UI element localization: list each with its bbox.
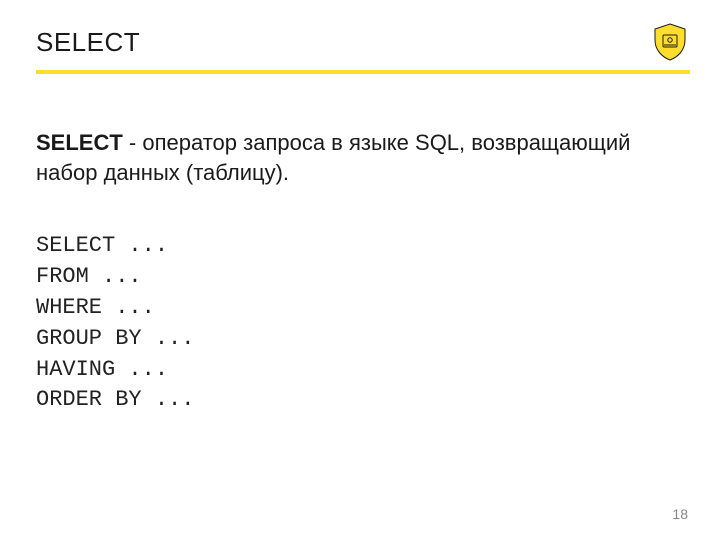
brand-logo <box>650 22 690 62</box>
definition-text: SELECT - оператор запроса в языке SQL, в… <box>36 128 680 187</box>
page-number: 18 <box>672 506 688 522</box>
slide: SELECT SELECT - оператор запроса в языке… <box>0 0 720 540</box>
slide-title: SELECT <box>36 27 140 58</box>
header-divider <box>36 70 690 74</box>
definition-rest: - оператор запроса в языке SQL, возвраща… <box>36 130 630 185</box>
code-block: SELECT ... FROM ... WHERE ... GROUP BY .… <box>36 231 680 416</box>
slide-body: SELECT - оператор запроса в языке SQL, в… <box>36 128 680 416</box>
definition-term: SELECT <box>36 130 123 155</box>
shield-icon <box>650 22 690 62</box>
slide-header: SELECT <box>36 22 690 62</box>
